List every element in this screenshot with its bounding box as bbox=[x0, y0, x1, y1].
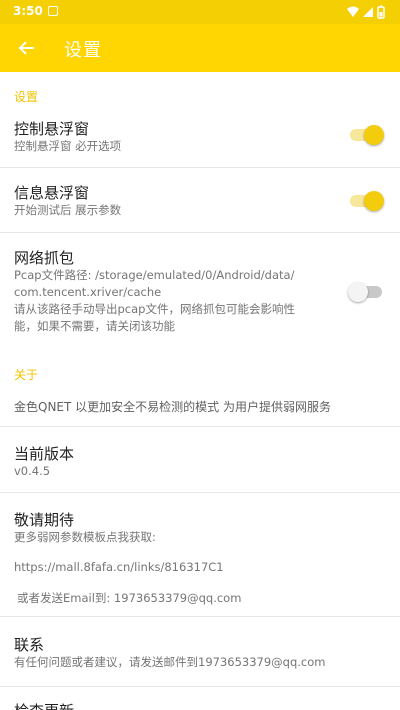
pref-summary: 开始测试后 展示参数 bbox=[14, 203, 122, 217]
pref-coming-soon[interactable]: 敬请期待 更多弱网参数模板点我获取: https://mall.8fafa.cn… bbox=[0, 493, 400, 611]
pref-title: 网络抓包 bbox=[14, 249, 75, 267]
wifi-icon bbox=[347, 6, 359, 17]
status-time: 3:50 bbox=[13, 4, 43, 18]
pref-title: 联系 bbox=[14, 636, 45, 654]
float-window-switch[interactable] bbox=[348, 125, 384, 145]
category-settings: 设置 bbox=[14, 90, 39, 104]
email-note: 或者发送Email到: 1973653379@qq.com bbox=[17, 591, 242, 605]
pref-contact[interactable]: 联系 有任何问题或者建议，请发送邮件到1973653379@qq.com bbox=[0, 617, 400, 679]
pref-info-window[interactable]: 信息悬浮窗 开始测试后 展示参数 bbox=[0, 168, 400, 232]
pref-check-update[interactable]: 检查更新 bbox=[0, 687, 400, 710]
switch-thumb bbox=[364, 125, 384, 145]
battery-icon bbox=[377, 5, 385, 19]
pref-title: 敬请期待 bbox=[14, 511, 75, 529]
pref-summary: 更多弱网参数模板点我获取: bbox=[14, 530, 156, 544]
pref-title: 当前版本 bbox=[14, 445, 75, 463]
about-description: 金色QNET 以更加安全不易检测的模式 为用户提供弱网服务 bbox=[14, 400, 331, 414]
page-title: 设置 bbox=[64, 40, 102, 61]
coming-soon-link[interactable]: https://mall.8fafa.cn/links/816317C1 bbox=[14, 559, 349, 576]
pref-summary: 有任何问题或者建议，请发送邮件到1973653379@qq.com bbox=[14, 655, 326, 669]
pref-summary: 控制悬浮窗 必开选项 bbox=[14, 139, 122, 153]
pref-summary-line: 请从该路径手动导出pcap文件，网络抓包可能会影响性 bbox=[14, 302, 295, 316]
status-icons bbox=[347, 5, 385, 19]
settings-list: 设置 控制悬浮窗 控制悬浮窗 必开选项 信息悬浮窗 开始测试后 展示参数 网络抓… bbox=[0, 72, 400, 710]
version-value: v0.4.5 bbox=[14, 464, 51, 478]
pref-summary-line: Pcap文件路径: /storage/emulated/0/Android/da… bbox=[14, 268, 295, 282]
arrow-back-icon bbox=[18, 41, 34, 55]
switch-thumb bbox=[364, 191, 384, 211]
packet-capture-switch[interactable] bbox=[348, 282, 384, 302]
notification-icon bbox=[48, 6, 58, 16]
pref-title: 检查更新 bbox=[14, 700, 74, 710]
status-bar: 3:50 bbox=[0, 0, 400, 24]
pref-packet-capture[interactable]: 网络抓包 Pcap文件路径: /storage/emulated/0/Andro… bbox=[0, 233, 400, 353]
switch-thumb bbox=[348, 282, 368, 302]
signal-icon bbox=[363, 7, 373, 17]
pref-summary-line: 能，如果不需要，请关闭该功能 bbox=[14, 319, 175, 333]
pref-version[interactable]: 当前版本 v0.4.5 bbox=[0, 427, 400, 491]
category-about: 关于 bbox=[14, 368, 39, 382]
app-bar: 设置 bbox=[0, 24, 400, 72]
back-button[interactable] bbox=[8, 30, 44, 66]
pref-summary-line: com.tencent.xriver/cache bbox=[14, 285, 162, 299]
pref-title: 控制悬浮窗 bbox=[14, 120, 90, 138]
pref-float-window[interactable]: 控制悬浮窗 控制悬浮窗 必开选项 bbox=[0, 106, 400, 166]
pref-title: 信息悬浮窗 bbox=[14, 184, 90, 202]
info-window-switch[interactable] bbox=[348, 191, 384, 211]
